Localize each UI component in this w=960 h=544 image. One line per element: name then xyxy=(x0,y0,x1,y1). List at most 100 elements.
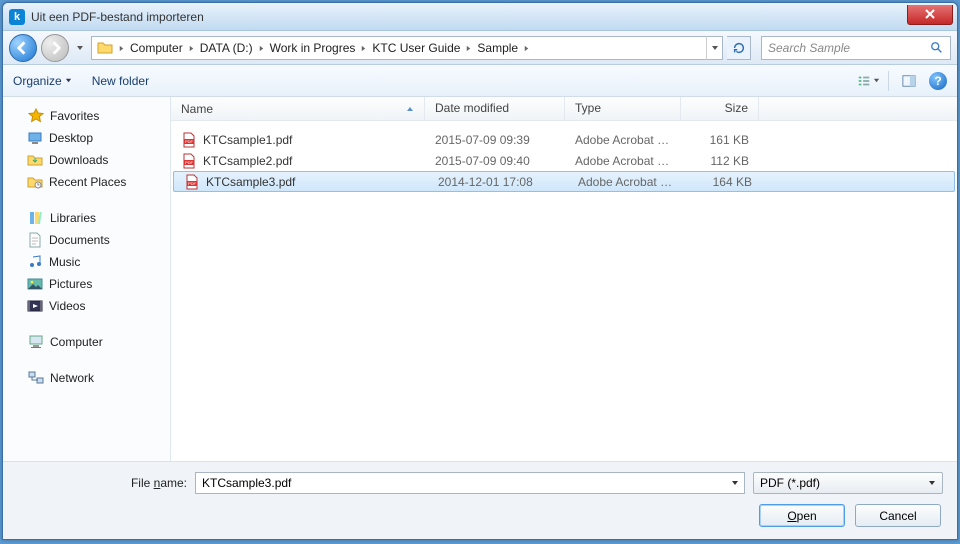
nav-bar: Computer DATA (D:) Work in Progres KTC U… xyxy=(3,31,957,65)
chevron-right-icon xyxy=(523,41,530,55)
chevron-down-icon xyxy=(928,479,936,487)
refresh-button[interactable] xyxy=(727,36,751,60)
refresh-icon xyxy=(732,41,746,55)
navigation-pane: Favorites Desktop Downloads Recent Place… xyxy=(3,97,171,461)
app-icon: k xyxy=(9,9,25,25)
chevron-down-icon xyxy=(65,77,72,84)
expand-icon xyxy=(13,338,22,347)
pdf-icon: PDF xyxy=(184,174,200,190)
file-size: 112 KB xyxy=(681,154,759,168)
filename-dropdown[interactable] xyxy=(726,473,744,493)
breadcrumb-dropdown[interactable] xyxy=(706,36,722,60)
file-row[interactable]: PDF KTCsample1.pdf 2015-07-09 09:39Adobe A… xyxy=(171,129,957,150)
file-type: Adobe Acrobat D... xyxy=(568,175,684,189)
svg-text:PDF: PDF xyxy=(185,139,194,144)
chevron-right-icon xyxy=(360,41,367,55)
computer-icon xyxy=(28,334,44,350)
separator xyxy=(888,71,889,91)
folder-icon xyxy=(95,38,115,58)
pdf-icon: PDF xyxy=(181,132,197,148)
column-type[interactable]: Type xyxy=(565,97,681,120)
sidebar-network[interactable]: Network xyxy=(3,367,170,389)
sidebar-item-videos[interactable]: Videos xyxy=(3,295,170,317)
open-button[interactable]: Open xyxy=(759,504,845,527)
file-row[interactable]: PDFKTCsample2.pdf2015-07-09 09:40Adobe A… xyxy=(171,150,957,171)
expand-icon xyxy=(13,112,22,121)
column-size[interactable]: Size xyxy=(681,97,759,120)
sidebar-item-recent[interactable]: Recent Places xyxy=(3,171,170,193)
window-title: Uit een PDF-bestand importeren xyxy=(31,10,204,24)
crumb-folder-3[interactable]: Sample xyxy=(472,41,523,55)
sidebar-item-desktop[interactable]: Desktop xyxy=(3,127,170,149)
file-list: PDFKTCsample1.pdf2015-07-09 09:39Adobe A… xyxy=(171,121,957,461)
file-type: Adobe Acrobat D... xyxy=(565,133,681,147)
filename-field[interactable] xyxy=(196,476,726,490)
sidebar-item-music[interactable]: Music xyxy=(3,251,170,273)
column-date[interactable]: Date modified xyxy=(425,97,565,120)
sidebar-favorites[interactable]: Favorites xyxy=(3,105,170,127)
filename-input[interactable] xyxy=(195,472,745,494)
sidebar-computer[interactable]: Computer xyxy=(3,331,170,353)
filename-label: File name: xyxy=(17,476,187,490)
star-icon xyxy=(28,108,44,124)
arrow-left-icon xyxy=(16,41,30,55)
documents-icon xyxy=(27,232,43,248)
file-name: KTCsample3.pdf xyxy=(206,175,295,189)
crumb-folder-2[interactable]: KTC User Guide xyxy=(367,41,465,55)
file-date: 2015-07-09 09:40 xyxy=(425,154,565,168)
breadcrumb[interactable]: Computer DATA (D:) Work in Progres KTC U… xyxy=(91,36,723,60)
file-date: 2014-12-01 17:08 xyxy=(428,175,568,189)
title-bar: k Uit een PDF-bestand importeren xyxy=(3,3,957,31)
history-dropdown[interactable] xyxy=(73,44,87,52)
sidebar-item-documents[interactable]: Documents xyxy=(3,229,170,251)
column-headers: Name Date modified Type Size xyxy=(171,97,957,121)
svg-text:PDF: PDF xyxy=(185,160,194,165)
forward-button[interactable] xyxy=(41,34,69,62)
search-input[interactable]: Search Sample xyxy=(761,36,951,60)
file-type: Adobe Acrobat D... xyxy=(565,154,681,168)
recent-icon xyxy=(27,174,43,190)
file-type-filter[interactable]: PDF (*.pdf) xyxy=(753,472,943,494)
svg-text:PDF: PDF xyxy=(188,181,197,186)
file-dialog-window: k Uit een PDF-bestand importeren Compute… xyxy=(2,2,958,540)
organize-menu[interactable]: Organize xyxy=(13,74,72,88)
crumb-computer[interactable]: Computer xyxy=(125,41,188,55)
file-name: KTCsample1.pdf xyxy=(203,133,292,147)
file-date: 2015-07-09 09:39 xyxy=(425,133,565,147)
expand-icon xyxy=(13,374,22,383)
new-folder-button[interactable]: New folder xyxy=(92,74,149,88)
sort-asc-icon xyxy=(406,102,414,116)
chevron-right-icon xyxy=(465,41,472,55)
arrow-right-icon xyxy=(48,41,62,55)
libraries-icon xyxy=(28,210,44,226)
music-icon xyxy=(27,254,43,270)
search-icon xyxy=(930,41,944,55)
cancel-button[interactable]: Cancel xyxy=(855,504,941,527)
close-icon xyxy=(925,9,935,19)
chevron-right-icon xyxy=(118,41,125,55)
sidebar-libraries[interactable]: Libraries xyxy=(3,207,170,229)
preview-pane-button[interactable] xyxy=(895,70,923,92)
back-button[interactable] xyxy=(9,34,37,62)
sidebar-item-downloads[interactable]: Downloads xyxy=(3,149,170,171)
downloads-icon xyxy=(27,152,43,168)
videos-icon xyxy=(27,298,43,314)
dialog-body: Favorites Desktop Downloads Recent Place… xyxy=(3,97,957,461)
search-placeholder: Search Sample xyxy=(768,41,850,55)
sidebar-item-pictures[interactable]: Pictures xyxy=(3,273,170,295)
chevron-down-icon xyxy=(76,44,84,52)
file-size: 161 KB xyxy=(681,133,759,147)
close-button[interactable] xyxy=(907,5,953,25)
preview-pane-icon xyxy=(902,74,916,88)
help-button[interactable]: ? xyxy=(929,72,947,90)
toolbar: Organize New folder ? xyxy=(3,65,957,97)
crumb-folder-1[interactable]: Work in Progres xyxy=(265,41,361,55)
crumb-drive[interactable]: DATA (D:) xyxy=(195,41,258,55)
file-row[interactable]: PDF KTCsample3.pdf 2014-12-01 17:08Adobe A… xyxy=(173,171,955,192)
chevron-down-icon xyxy=(873,77,880,84)
pdf-icon: PDF xyxy=(181,153,197,169)
column-name[interactable]: Name xyxy=(171,97,425,120)
desktop-icon xyxy=(27,130,43,146)
view-mode-button[interactable] xyxy=(854,70,882,92)
chevron-right-icon xyxy=(188,41,195,55)
